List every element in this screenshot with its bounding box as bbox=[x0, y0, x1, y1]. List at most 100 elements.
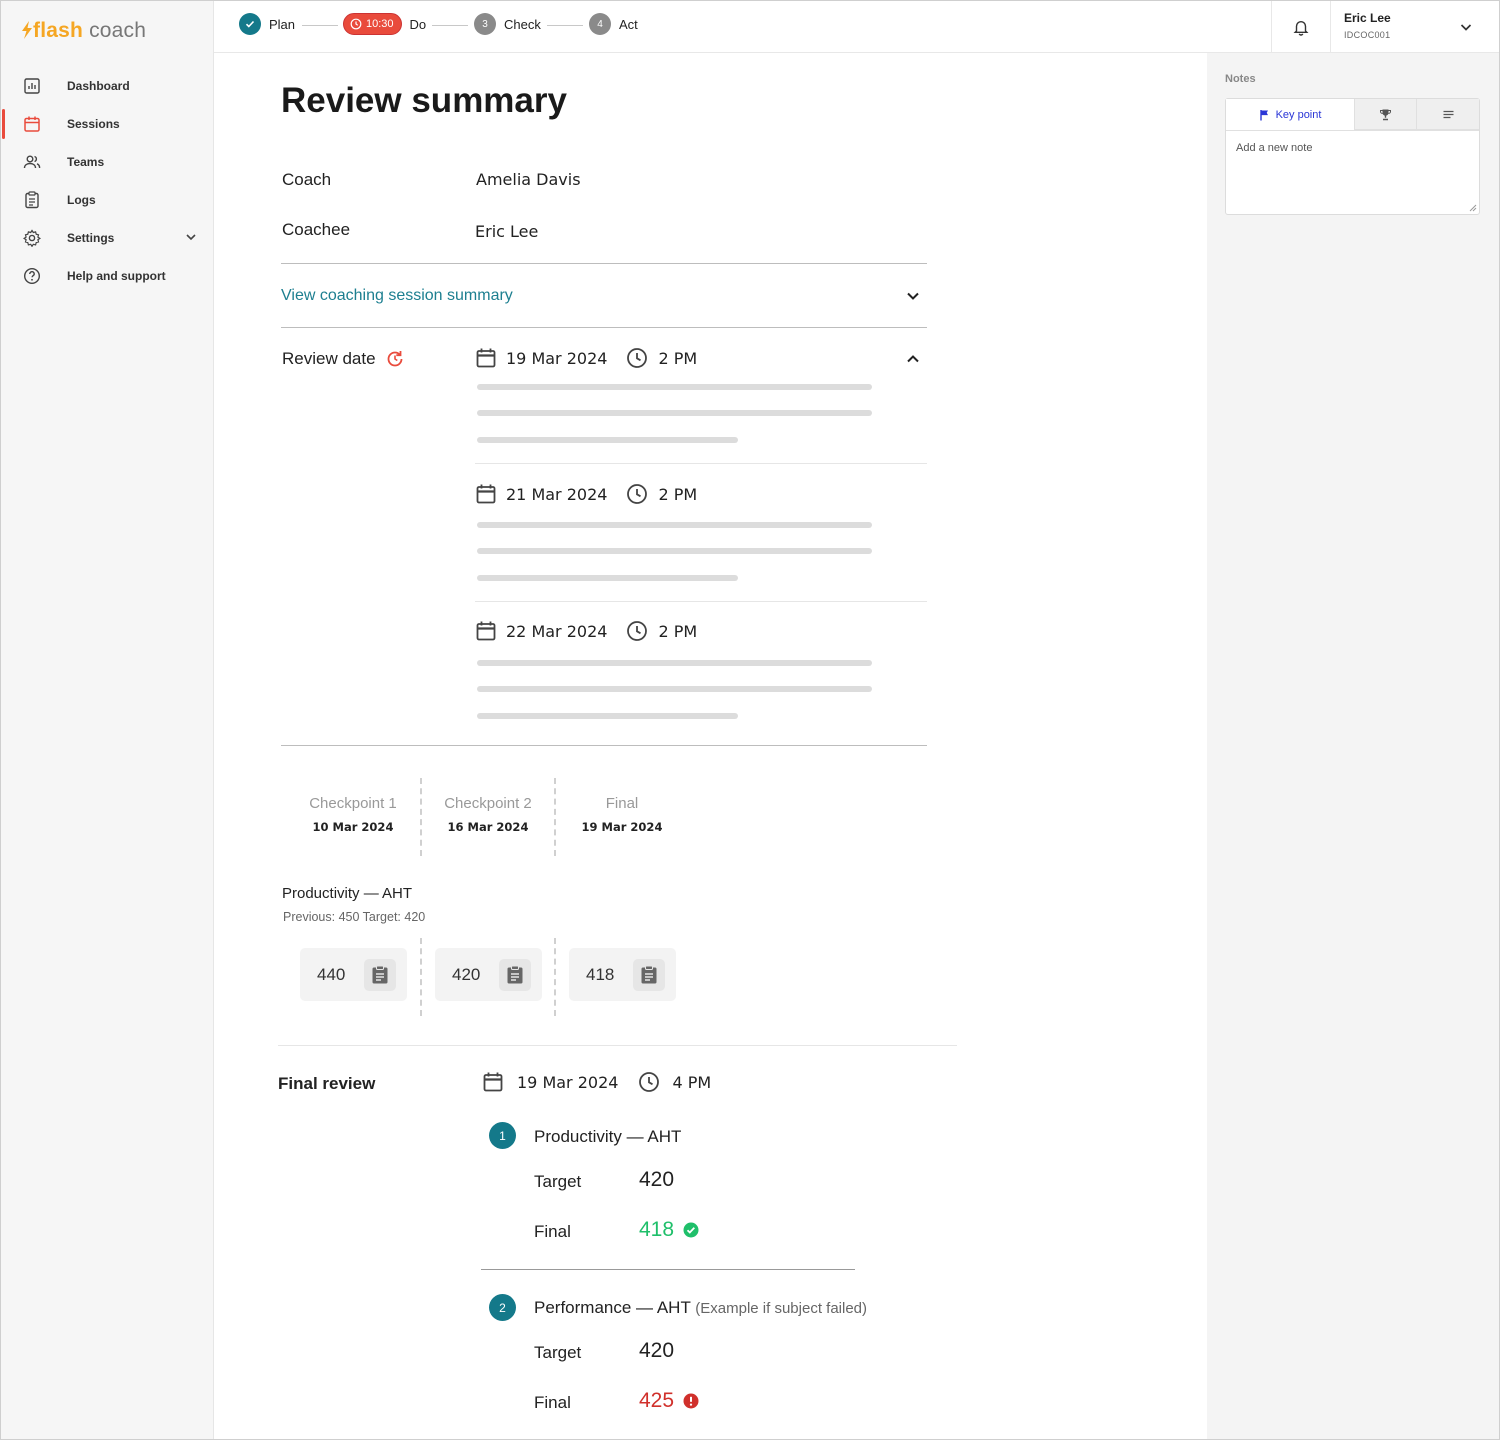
step-label: Plan bbox=[269, 16, 296, 32]
people-icon bbox=[22, 152, 42, 172]
notifications-button[interactable] bbox=[1271, 1, 1331, 53]
error-circle-icon bbox=[683, 1393, 699, 1409]
step-check[interactable]: 3 Check bbox=[474, 13, 541, 35]
review-date-value: 21 Mar 2024 bbox=[506, 484, 608, 504]
target-value: 420 bbox=[639, 1339, 674, 1363]
flag-icon bbox=[1259, 109, 1268, 120]
note-input[interactable]: Add a new note bbox=[1236, 142, 1312, 154]
gear-icon bbox=[22, 228, 42, 248]
step-label: Act bbox=[619, 16, 638, 32]
logo-flash-text: flash bbox=[33, 19, 84, 42]
placeholder-line bbox=[477, 686, 872, 692]
checkpoint-value: 440 bbox=[317, 964, 346, 984]
divider bbox=[475, 601, 927, 602]
sidebar-item-teams[interactable]: Teams bbox=[1, 143, 214, 181]
final-value: 418 bbox=[639, 1218, 699, 1242]
goal-title-text: Performance — AHT bbox=[534, 1298, 691, 1317]
checkpoint-value-box[interactable]: 418 bbox=[569, 948, 676, 1001]
target-number: 420 bbox=[639, 1339, 675, 1362]
checkpoint-2: Checkpoint 2 16 Mar 2024 bbox=[428, 795, 548, 834]
user-name: Eric Lee bbox=[1344, 11, 1391, 25]
chevron-down-icon[interactable] bbox=[905, 288, 921, 304]
view-summary-link[interactable]: View coaching session summary bbox=[281, 287, 513, 305]
final-label: Final bbox=[534, 1222, 571, 1241]
checkpoint-value-box[interactable]: 420 bbox=[435, 948, 542, 1001]
calendar-icon bbox=[483, 1072, 503, 1092]
check-circle-icon bbox=[683, 1222, 699, 1238]
user-menu[interactable]: Eric Lee IDCOC001 bbox=[1344, 11, 1391, 40]
timer-value: 10:30 bbox=[366, 18, 394, 30]
sidebar-item-label: Settings bbox=[67, 231, 115, 245]
clipboard-icon bbox=[633, 958, 665, 991]
reschedule-icon[interactable] bbox=[385, 349, 405, 369]
checkpoint-date: 10 Mar 2024 bbox=[312, 820, 394, 834]
sidebar-item-label: Logs bbox=[67, 193, 96, 207]
session-timer: 10:30 bbox=[343, 13, 402, 35]
review-date-value: 22 Mar 2024 bbox=[506, 621, 608, 641]
coachee-label: Coachee bbox=[282, 220, 351, 239]
step-connector bbox=[302, 25, 338, 26]
calendar-icon bbox=[476, 484, 496, 504]
sidebar-item-sessions[interactable]: Sessions bbox=[1, 105, 214, 143]
placeholder-line bbox=[477, 384, 872, 390]
coach-label: Coach bbox=[282, 170, 332, 189]
tab-key-point[interactable]: Key point bbox=[1226, 99, 1354, 130]
chevron-up-icon[interactable] bbox=[905, 351, 921, 367]
column-separator bbox=[554, 778, 556, 856]
flashcoach-logo[interactable]: flash coach bbox=[21, 19, 146, 43]
chevron-down-icon[interactable] bbox=[184, 230, 198, 244]
tab-label: Key point bbox=[1275, 108, 1322, 121]
sidebar-item-label: Help and support bbox=[67, 269, 166, 283]
goal-note: (Example if subject failed) bbox=[695, 1300, 868, 1317]
placeholder-line bbox=[477, 713, 738, 719]
tab-achievement[interactable] bbox=[1354, 99, 1416, 130]
sidebar-item-help[interactable]: Help and support bbox=[1, 257, 214, 295]
final-review-datetime: 19 Mar 2024 4 PM bbox=[482, 1071, 711, 1093]
column-separator bbox=[554, 938, 556, 1016]
notes-tabs: Key point bbox=[1226, 99, 1479, 131]
divider bbox=[475, 463, 927, 464]
calendar-icon bbox=[476, 348, 496, 368]
checkpoint-label: Checkpoint 1 bbox=[309, 795, 397, 812]
clock-icon bbox=[639, 1072, 660, 1092]
step-label: Do bbox=[409, 16, 427, 32]
main-content: Review summary Coach Amelia Davis Coache… bbox=[214, 53, 1207, 1439]
divider bbox=[281, 263, 927, 264]
final-review-title: Final review bbox=[278, 1074, 376, 1093]
checkpoint-label: Final bbox=[605, 795, 639, 812]
trophy-icon bbox=[1380, 109, 1391, 120]
sidebar-item-logs[interactable]: Logs bbox=[1, 181, 214, 219]
user-id: IDCOC001 bbox=[1344, 30, 1391, 40]
step-act[interactable]: 4 Act bbox=[589, 13, 638, 35]
divider bbox=[278, 1045, 957, 1046]
column-separator bbox=[420, 778, 422, 856]
lines-icon bbox=[1443, 110, 1453, 118]
review-date-entry: 21 Mar 2024 2 PM bbox=[475, 483, 697, 505]
checkpoint-label: Checkpoint 2 bbox=[444, 795, 532, 812]
sidebar-nav: Dashboard Sessions Teams Logs Settings H… bbox=[1, 67, 214, 295]
checkpoint-final: Final 19 Mar 2024 bbox=[562, 795, 682, 834]
chevron-down-icon[interactable] bbox=[1458, 19, 1474, 35]
top-bar: Plan 10:30 Do 3 Check 4 Act Eric Lee IDC… bbox=[214, 1, 1499, 53]
sidebar-item-settings[interactable]: Settings bbox=[1, 219, 214, 257]
review-date-entry: 22 Mar 2024 2 PM bbox=[475, 620, 697, 642]
resize-handle-icon[interactable] bbox=[1469, 204, 1477, 212]
tab-general-notes[interactable] bbox=[1416, 99, 1479, 130]
placeholder-line bbox=[477, 660, 872, 666]
step-label: Check bbox=[504, 16, 541, 32]
sidebar-item-dashboard[interactable]: Dashboard bbox=[1, 67, 214, 105]
clock-icon bbox=[627, 621, 648, 641]
step-number: 4 bbox=[589, 13, 611, 35]
review-date-value: 19 Mar 2024 bbox=[506, 348, 608, 368]
clipboard-icon bbox=[364, 958, 396, 991]
coach-value: Amelia Davis bbox=[476, 170, 581, 189]
review-time-value: 2 PM bbox=[658, 621, 698, 641]
metric-title: Productivity — AHT bbox=[282, 885, 413, 902]
clock-icon bbox=[350, 18, 362, 30]
checkpoint-value-box[interactable]: 440 bbox=[300, 948, 407, 1001]
step-do[interactable]: 10:30 Do bbox=[343, 13, 426, 35]
target-number: 420 bbox=[639, 1168, 675, 1191]
calendar-icon bbox=[22, 114, 42, 134]
notes-card: Key point Add a new note bbox=[1225, 98, 1480, 215]
step-plan[interactable]: Plan bbox=[239, 13, 295, 35]
